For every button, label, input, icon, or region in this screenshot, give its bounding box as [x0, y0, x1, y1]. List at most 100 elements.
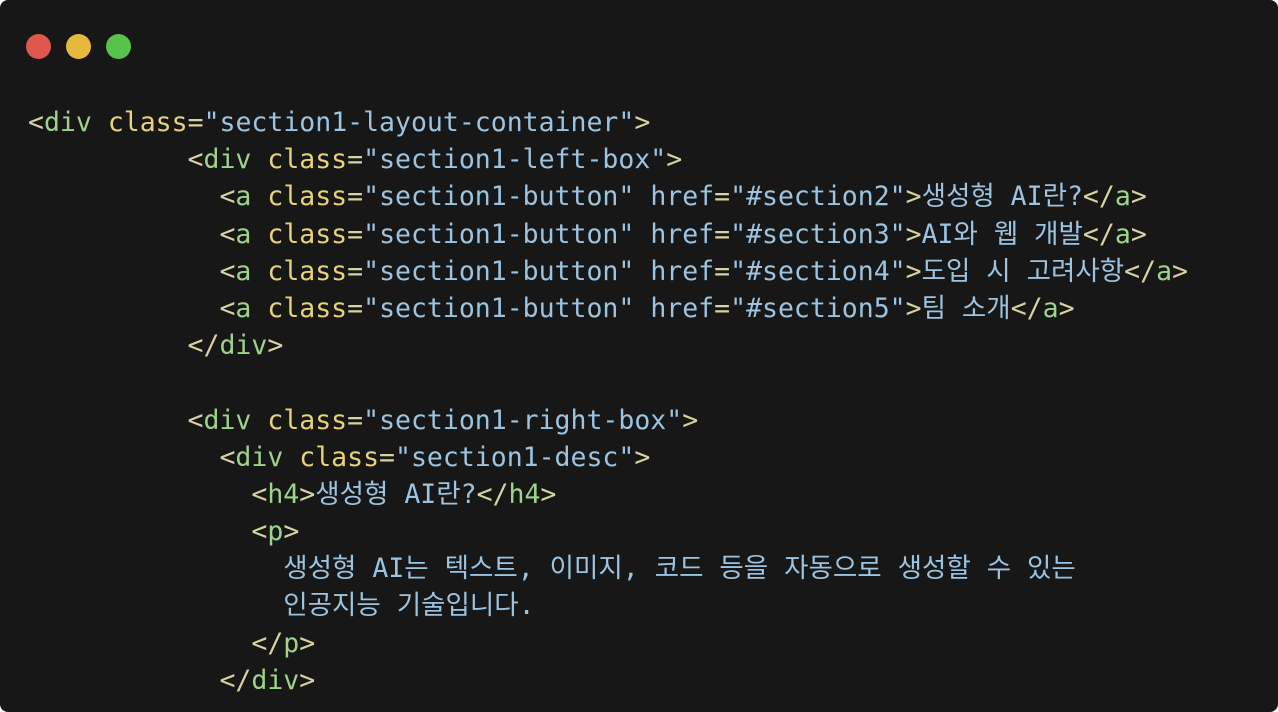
code-token: >	[540, 478, 557, 510]
code-token: 생성형 AI란?	[921, 181, 1083, 213]
code-line: <a class="section1-button" href="#sectio…	[28, 290, 1188, 327]
code-token: "section1-button"	[363, 218, 635, 250]
code-token: <	[187, 404, 204, 436]
code-token: >	[299, 664, 316, 696]
code-token: "section1-button"	[363, 292, 635, 324]
code-token: href	[650, 181, 715, 213]
code-token: href	[650, 255, 715, 287]
code-token: h4	[267, 478, 300, 510]
code-token: >	[1130, 218, 1147, 250]
code-line: <p>	[28, 513, 1188, 550]
code-token: >	[1130, 181, 1147, 213]
code-token: >	[1058, 292, 1075, 324]
code-token: div	[251, 664, 300, 696]
code-token: =	[347, 255, 364, 287]
code-token: <	[28, 107, 44, 138]
maximize-button[interactable]	[106, 34, 131, 59]
code-token: a	[235, 181, 252, 213]
code-token: h4	[508, 478, 541, 510]
code-token: >	[682, 404, 699, 436]
code-token: =	[347, 144, 364, 176]
code-token: <	[219, 292, 236, 324]
code-token: class	[267, 404, 348, 436]
code-token: >	[299, 478, 316, 510]
code-token: class	[107, 107, 188, 138]
code-token: a	[1114, 181, 1131, 213]
code-line: <a class="section1-button" href="#sectio…	[28, 216, 1188, 253]
code-token: href	[650, 218, 715, 250]
code-token: class	[267, 144, 348, 176]
code-token: div	[203, 144, 252, 176]
code-line: <div class="section1-right-box">	[28, 402, 1188, 439]
code-token: a	[235, 218, 252, 250]
code-token: 팀 소개	[921, 292, 1011, 324]
code-token: >	[267, 330, 284, 362]
code-token: <	[251, 478, 268, 510]
code-line: </p>	[28, 625, 1188, 662]
code-line: </div>	[28, 662, 1188, 699]
code-token: </	[187, 330, 220, 362]
code-token: =	[714, 292, 731, 324]
code-token: "#section2"	[730, 181, 906, 213]
window-controls	[26, 34, 131, 59]
minimize-button[interactable]	[66, 34, 91, 59]
close-button[interactable]	[26, 34, 51, 59]
code-token: a	[1042, 292, 1059, 324]
code-token: =	[187, 107, 204, 138]
code-line: <div class="section1-left-box">	[28, 141, 1188, 178]
code-line: <div class="section1-layout-container">	[28, 104, 1188, 141]
code-window: <div class="section1-layout-container"> …	[0, 0, 1278, 712]
code-token: </	[476, 478, 509, 510]
code-token: a	[1156, 255, 1173, 287]
code-token: >	[299, 627, 316, 659]
code-token: >	[1172, 255, 1189, 287]
code-token: >	[905, 218, 922, 250]
code-token: href	[650, 292, 715, 324]
code-token: =	[347, 292, 364, 324]
code-token: =	[347, 181, 364, 213]
code-token: <	[219, 218, 236, 250]
code-token: >	[905, 181, 922, 213]
code-token: 생성형 AI는 텍스트, 이미지, 코드 등을 자동으로 생성할 수 있는	[283, 553, 1076, 585]
code-token: div	[43, 107, 92, 138]
code-line: <a class="section1-button" href="#sectio…	[28, 178, 1188, 215]
code-token: class	[267, 218, 348, 250]
code-token: =	[714, 218, 731, 250]
code-token: >	[666, 144, 683, 176]
code-token: <	[187, 144, 204, 176]
code-token: </	[251, 627, 284, 659]
code-token: p	[283, 627, 300, 659]
code-token: class	[299, 441, 380, 473]
code-token: 생성형 AI란?	[315, 478, 477, 510]
code-line: <h4>생성형 AI란?</h4>	[28, 476, 1188, 513]
code-token: =	[347, 218, 364, 250]
code-token: >	[634, 107, 651, 138]
code-token: </	[1124, 255, 1157, 287]
code-token: "section1-button"	[363, 255, 635, 287]
code-line: 인공지능 기술입니다.	[28, 587, 1188, 624]
code-token: p	[267, 516, 284, 548]
code-token: >	[905, 292, 922, 324]
code-token: <	[251, 516, 268, 548]
code-token: "section1-button"	[363, 181, 635, 213]
code-token: >	[634, 441, 651, 473]
